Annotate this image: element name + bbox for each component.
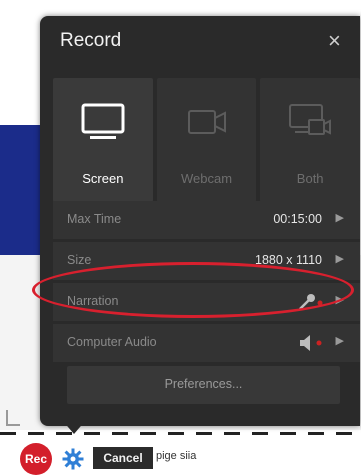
gear-icon[interactable]: [61, 447, 85, 471]
background-corner-mark: [6, 410, 20, 426]
background-text: pige siia: [156, 450, 197, 462]
close-icon[interactable]: ×: [328, 28, 341, 54]
monitor-icon: [81, 103, 125, 139]
setting-narration[interactable]: Narration ▶: [53, 283, 360, 321]
microphone-icon: [299, 294, 323, 310]
panel-pointer: [62, 420, 86, 434]
rec-button[interactable]: Rec: [20, 443, 52, 475]
chevron-right-icon: ▶: [335, 212, 344, 224]
webcam-icon: [187, 110, 226, 134]
preferences-button[interactable]: Preferences...: [67, 366, 340, 404]
mode-webcam[interactable]: Webcam: [156, 78, 257, 202]
setting-label: Computer Audio: [67, 335, 157, 349]
screen-and-webcam-icon: [289, 104, 332, 135]
chevron-right-icon: ▶: [335, 253, 344, 265]
chevron-right-icon: ▶: [335, 294, 344, 306]
mode-screen[interactable]: Screen: [53, 78, 153, 202]
mode-both[interactable]: Both: [260, 78, 361, 202]
speaker-icon: [300, 335, 322, 351]
setting-computer-audio[interactable]: Computer Audio ▶: [53, 324, 360, 362]
setting-value: 1880 x 1110: [255, 253, 322, 267]
preferences-label: Preferences...: [164, 377, 243, 391]
setting-size[interactable]: Size 1880 x 1110 ▶: [53, 242, 360, 280]
setting-value: 00:15:00: [273, 212, 322, 226]
settings-list: Max Time 00:15:00 ▶ Size 1880 x 1110 ▶ N…: [53, 201, 360, 365]
record-mode-group: Screen Webcam Both: [53, 78, 361, 202]
mode-webcam-label: Webcam: [180, 171, 233, 186]
recording-area-border: [0, 432, 361, 435]
setting-label: Size: [67, 253, 92, 267]
panel-title: Record: [60, 30, 122, 51]
setting-max-time[interactable]: Max Time 00:15:00 ▶: [53, 201, 360, 239]
record-panel: Record × Screen Webcam Both Max Time 00:…: [40, 16, 361, 426]
cancel-button[interactable]: Cancel: [93, 447, 153, 469]
recorder-toolbar: Rec Cancel pige siia: [0, 441, 361, 475]
setting-label: Max Time: [67, 212, 122, 226]
mode-both-label: Both: [296, 171, 324, 186]
chevron-right-icon: ▶: [335, 335, 344, 347]
setting-label: Narration: [67, 294, 119, 308]
mode-screen-label: Screen: [82, 171, 124, 186]
